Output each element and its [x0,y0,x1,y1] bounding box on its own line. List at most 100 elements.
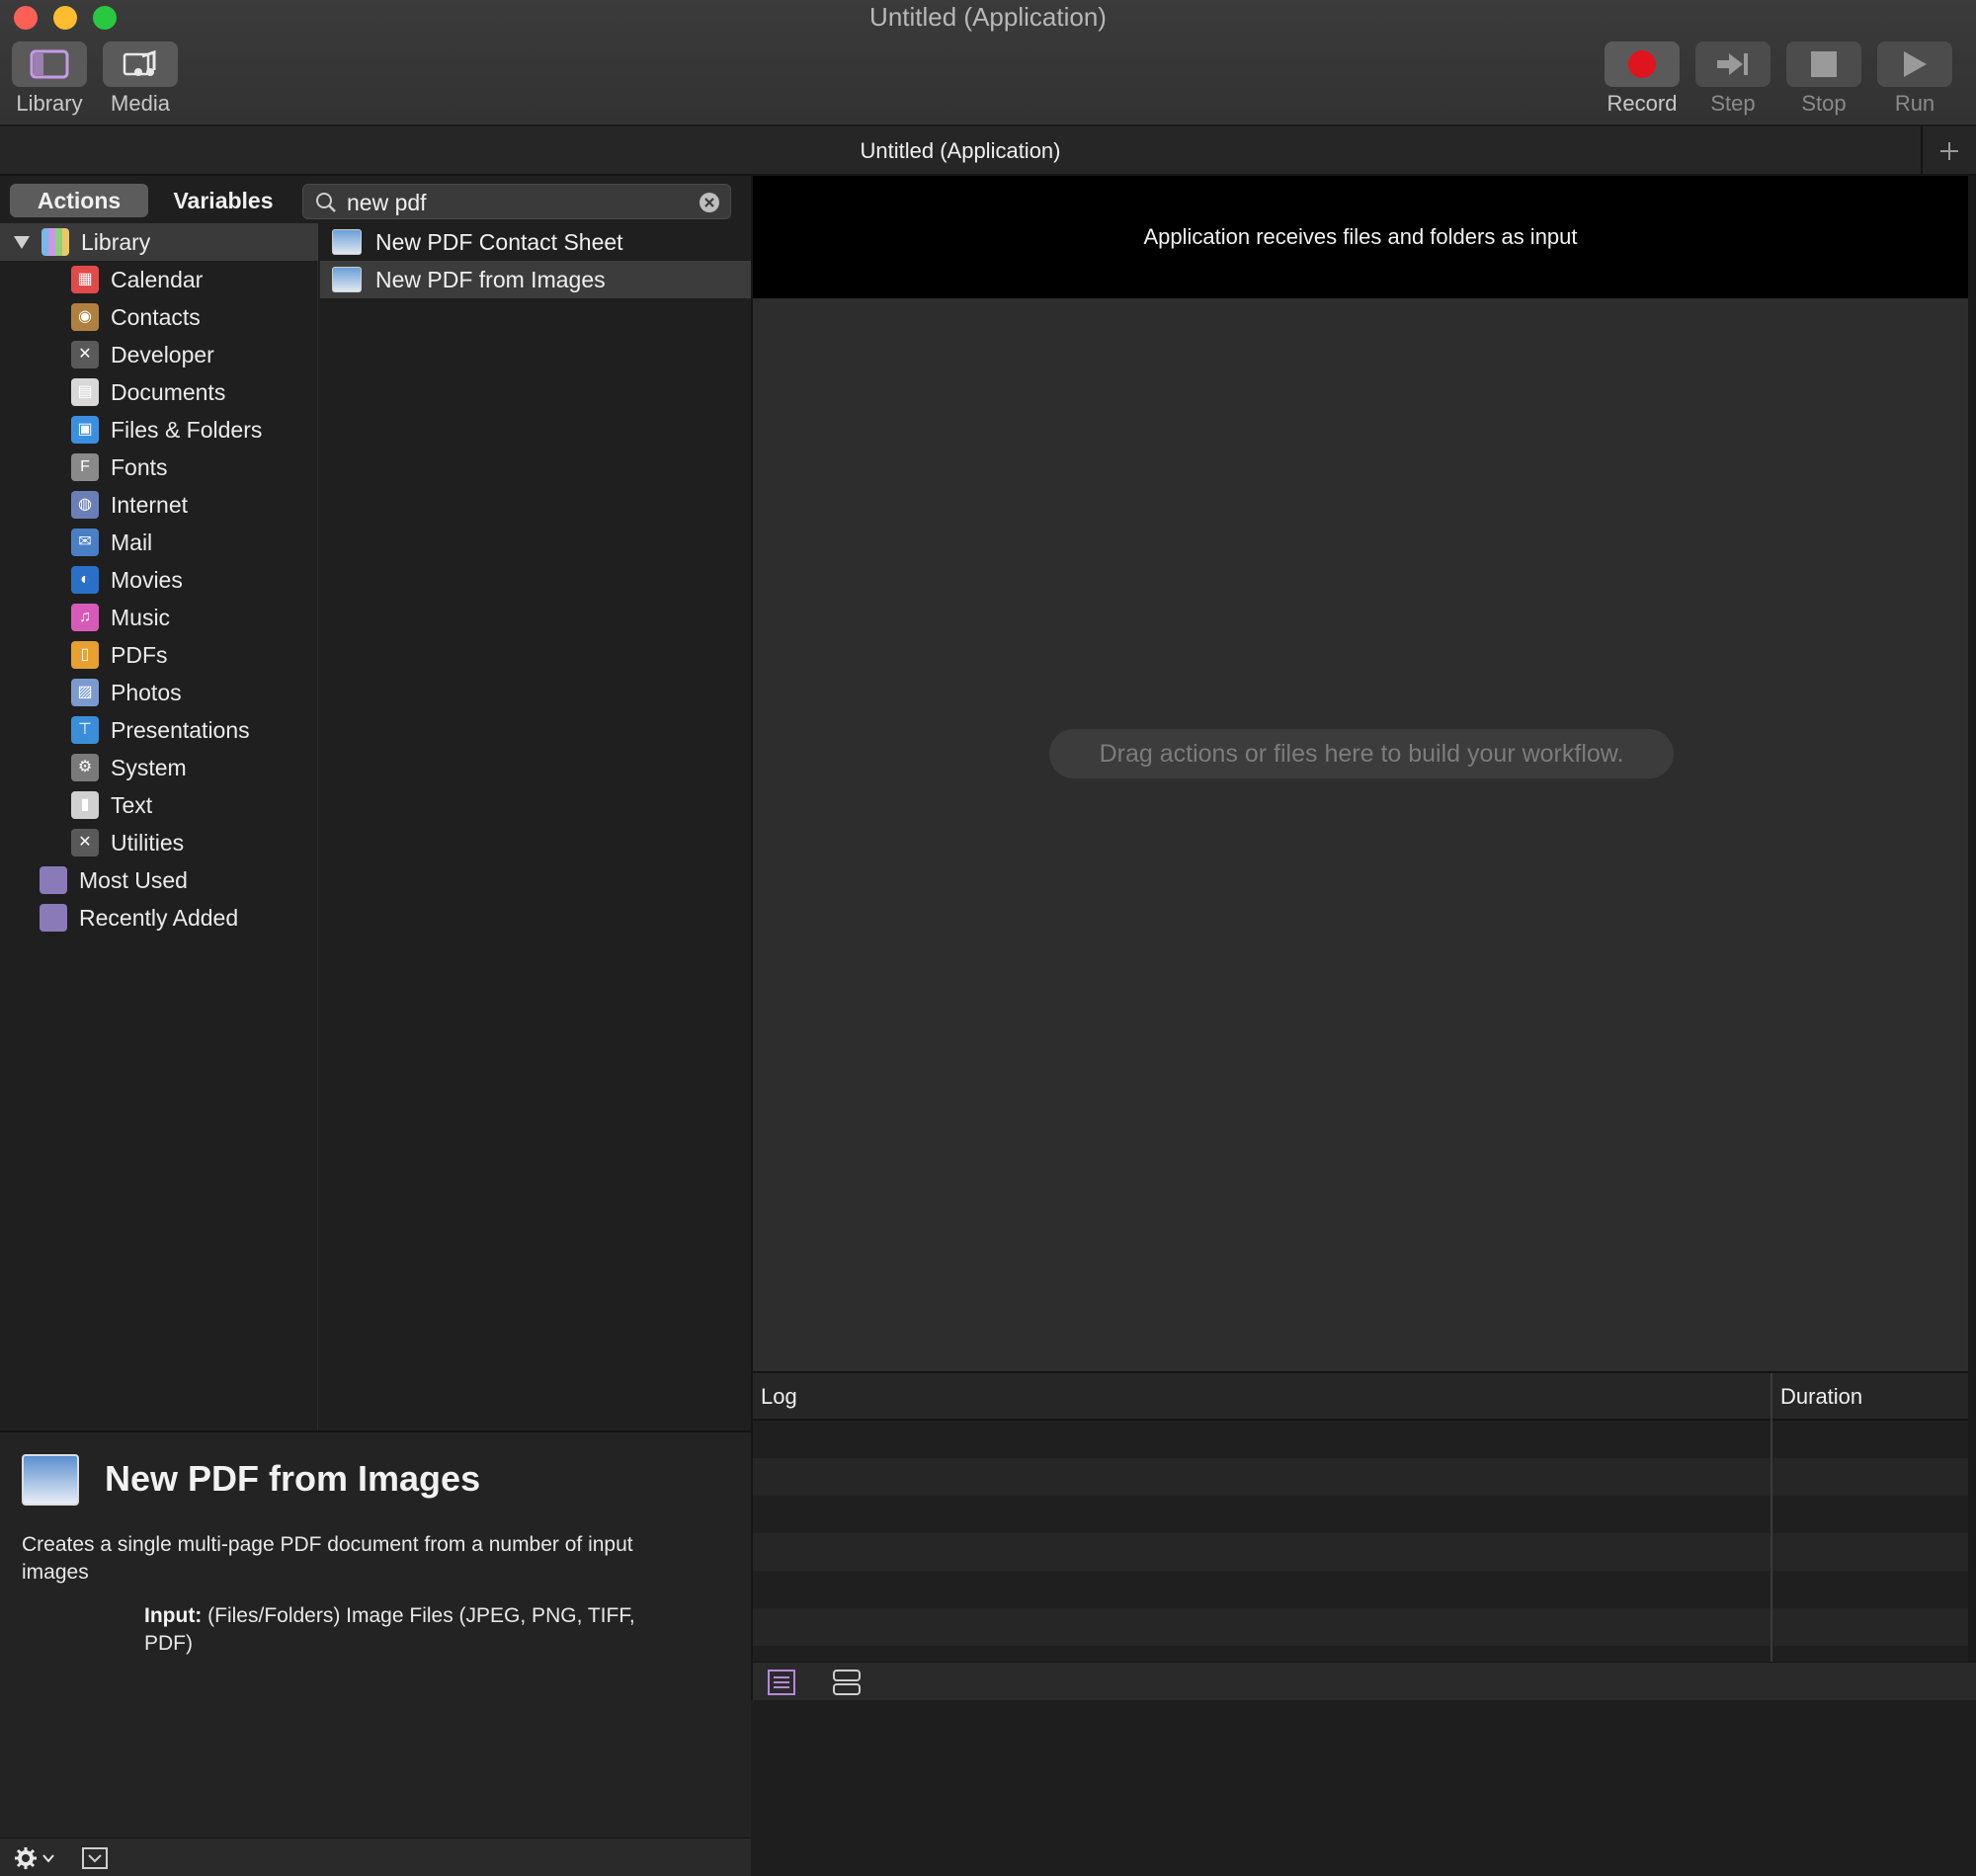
smart-group-item[interactable]: Most Used [40,861,318,899]
category-item[interactable]: ▤ Documents [71,373,318,411]
disclosure-triangle-icon[interactable] [12,233,32,251]
library-toolbar-button[interactable]: Library [12,41,87,117]
action-list: New PDF Contact Sheet New PDF from Image… [320,223,751,1430]
category-item[interactable]: ◍ Internet [71,486,318,524]
smart-folder-icon [40,904,67,932]
category-label: Files & Folders [111,417,263,443]
run-button[interactable]: Run [1877,41,1952,117]
smart-group-item[interactable]: Recently Added [40,899,318,937]
media-toolbar-label: Media [111,91,170,116]
log-table: Log Duration [753,1371,1968,1664]
library-root-label: Library [81,229,151,255]
stop-button[interactable]: Stop [1786,41,1861,117]
workflow-area[interactable]: Application receives files and folders a… [751,176,1976,1700]
column-divider[interactable] [1770,1373,1772,1664]
record-icon [1628,50,1656,78]
sidebar-icon [30,49,69,79]
workflow-scrollbar[interactable] [1968,176,1976,1662]
list-view-icon[interactable] [767,1669,796,1696]
action-description-panel: New PDF from Images Creates a single mul… [0,1430,751,1837]
search-input[interactable]: new pdf [347,185,427,220]
category-label: Contacts [111,304,201,330]
presentation-icon: ⊤ [71,716,99,744]
fonts-icon: F [71,453,99,481]
photo-pdf-icon [332,267,362,292]
category-item[interactable]: F Fonts [71,449,318,486]
log-row [753,1533,1968,1571]
action-item-selected[interactable]: New PDF from Images [320,261,751,298]
developer-icon: ✕ [71,341,99,368]
category-label: Text [111,792,153,818]
photo-pdf-icon [332,229,362,255]
category-label: Fonts [111,454,168,480]
utilities-icon: ✕ [71,829,99,856]
action-item[interactable]: New PDF Contact Sheet [320,223,751,261]
contacts-icon: ◉ [71,303,99,331]
category-item[interactable]: ▮ Text [71,786,318,824]
category-item[interactable]: ✉ Mail [71,524,318,561]
action-label: New PDF from Images [375,267,606,292]
category-label: Mail [111,530,153,555]
log-row [753,1496,1968,1533]
category-label: Music [111,605,171,630]
description-toggle-icon[interactable] [81,1846,109,1870]
workflow-input-banner: Application receives files and folders a… [753,176,1968,298]
search-icon [316,193,336,212]
category-item[interactable]: ◐ Movies [71,561,318,599]
text-icon: ▮ [71,791,99,819]
library-tree-root[interactable]: Library [0,223,318,261]
document-tab-bar: Untitled (Application) [0,126,1976,176]
search-field[interactable]: new pdf [302,184,731,219]
document-tab[interactable]: Untitled (Application) [0,126,1921,176]
step-label: Step [1710,91,1756,116]
step-button[interactable]: Step [1695,41,1770,117]
category-item[interactable]: ✕ Developer [71,336,318,373]
photos-icon: ▨ [71,679,99,706]
smart-group-label: Recently Added [79,905,239,931]
category-label: Calendar [111,267,204,292]
input-label: Input: [144,1604,203,1627]
category-item[interactable]: ▦ Calendar [71,261,318,298]
system-icon: ⚙ [71,754,99,781]
category-item[interactable]: ▯ PDFs [71,636,318,674]
gear-icon[interactable] [14,1846,57,1870]
description-text: Creates a single multi-page PDF document… [22,1533,633,1584]
log-header: Log Duration [753,1373,1968,1421]
split-view-icon[interactable] [832,1669,862,1696]
category-list: Library ▦ Calendar ◉ Contacts ✕ Developer ▤ Doc… [0,223,318,1430]
category-item[interactable]: ⚙ System [71,749,318,786]
category-label: Developer [111,342,214,367]
stop-label: Stop [1801,91,1847,116]
category-label: Presentations [111,717,250,743]
record-button[interactable]: Record [1605,41,1680,117]
library-books-icon [41,228,69,256]
category-item[interactable]: ⊤ Presentations [71,711,318,749]
clear-search-icon[interactable] [699,192,720,213]
log-row [753,1571,1968,1608]
media-toolbar-button[interactable]: Media [103,41,178,117]
tab-variables[interactable]: Variables [156,184,290,217]
log-row [753,1608,1968,1646]
category-item[interactable]: ✕ Utilities [71,824,318,861]
globe-icon: ◍ [71,491,99,519]
workflow-drop-hint: Drag actions or files here to build your… [1049,729,1674,778]
window-title: Untitled (Application) [869,2,1107,32]
category-item[interactable]: ▣ Files & Folders [71,411,318,449]
library-panel: Actions Variables new pdf Library ▦ Calen… [0,176,751,1876]
category-item[interactable]: ▨ Photos [71,674,318,711]
category-item[interactable]: ◉ Contacts [71,298,318,336]
tab-actions[interactable]: Actions [10,184,148,217]
workflow-footer [753,1662,1976,1700]
input-value: (Files/Folders) Image Files (JPEG, PNG, … [144,1604,635,1655]
smart-folder-icon [40,866,67,894]
description-title: New PDF from Images [105,1458,481,1499]
record-label: Record [1606,91,1678,116]
category-item[interactable]: ♫ Music [71,599,318,636]
log-column-header[interactable]: Log [761,1373,797,1421]
category-label: Internet [111,492,188,518]
photo-pdf-icon [22,1454,79,1506]
log-row [753,1421,1968,1458]
category-label: Photos [111,680,182,705]
new-tab-button[interactable] [1921,126,1976,176]
duration-column-header[interactable]: Duration [1780,1373,1862,1421]
